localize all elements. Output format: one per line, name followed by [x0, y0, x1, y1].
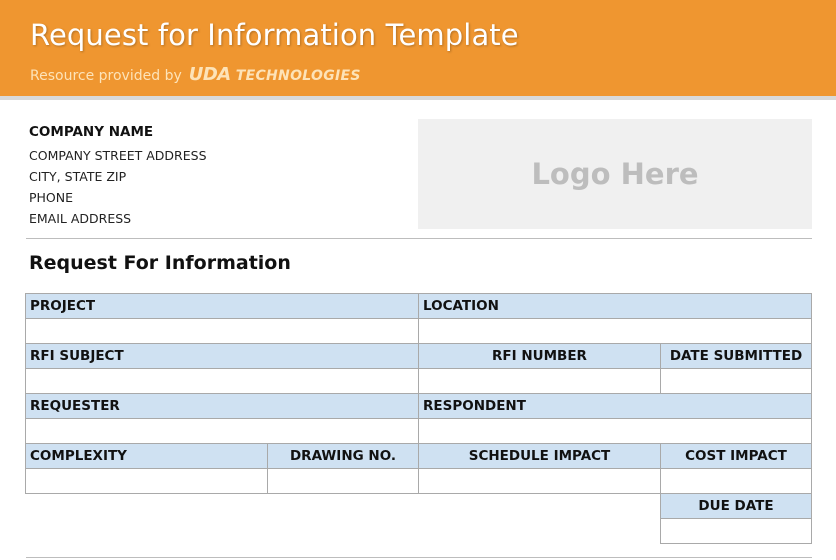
complexity-label: COMPLEXITY: [25, 443, 268, 469]
brand-word: TECHNOLOGIES: [235, 68, 361, 84]
form-title: Request For Information: [29, 252, 291, 274]
rfi-number-label: RFI NUMBER: [418, 343, 661, 369]
cost-impact-field[interactable]: [660, 468, 812, 494]
rfi-subject-field[interactable]: [25, 368, 419, 394]
requester-field[interactable]: [25, 418, 419, 444]
company-city: CITY, STATE ZIP: [29, 169, 127, 184]
header-banner: Request for Information Template Resourc…: [0, 0, 836, 100]
due-date-field[interactable]: [660, 518, 812, 544]
date-submitted-label: DATE SUBMITTED: [660, 343, 812, 369]
company-phone: PHONE: [29, 190, 74, 205]
respondent-label: RESPONDENT: [418, 393, 812, 419]
requester-label: REQUESTER: [25, 393, 419, 419]
company-name: COMPANY NAME: [29, 124, 154, 140]
location-label: LOCATION: [418, 293, 812, 319]
company-info: COMPANY NAME COMPANY STREET ADDRESS CITY…: [29, 124, 207, 226]
date-submitted-field[interactable]: [660, 368, 812, 394]
logo-placeholder-text: Logo Here: [531, 157, 699, 191]
rfi-subject-label: RFI SUBJECT: [25, 343, 419, 369]
drawing-no-field[interactable]: [267, 468, 419, 494]
brand-mark: UDA: [188, 64, 232, 85]
project-label: PROJECT: [25, 293, 419, 319]
page-title: Request for Information Template: [30, 18, 519, 52]
complexity-field[interactable]: [25, 468, 268, 494]
uda-technologies-logo[interactable]: UDA TECHNOLOGIES: [189, 64, 361, 85]
rfi-number-field[interactable]: [418, 368, 661, 394]
drawing-no-label: DRAWING NO.: [267, 443, 419, 469]
location-field[interactable]: [418, 318, 812, 344]
divider-top: [26, 238, 812, 239]
schedule-impact-field[interactable]: [418, 468, 661, 494]
schedule-impact-label: SCHEDULE IMPACT: [418, 443, 661, 469]
logo-placeholder: Logo Here: [418, 119, 812, 229]
project-field[interactable]: [25, 318, 419, 344]
divider-bottom: [26, 557, 812, 558]
resource-credit-text: Resource provided by: [30, 68, 182, 84]
due-date-label: DUE DATE: [660, 493, 812, 519]
company-street: COMPANY STREET ADDRESS: [29, 148, 207, 163]
company-email: EMAIL ADDRESS: [29, 211, 132, 226]
cost-impact-label: COST IMPACT: [660, 443, 812, 469]
resource-credit: Resource provided by UDA TECHNOLOGIES: [30, 64, 361, 85]
respondent-field[interactable]: [418, 418, 812, 444]
